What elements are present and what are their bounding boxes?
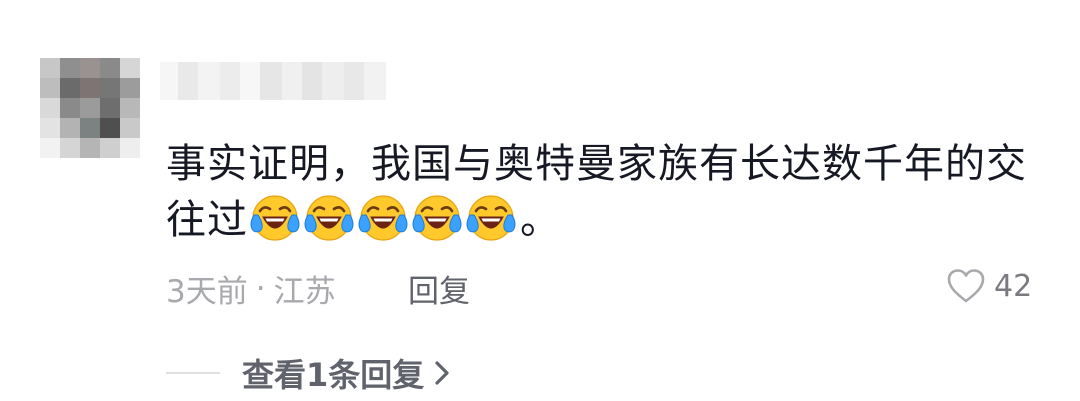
comment-body: 事实证明，我国与奥特曼家族有长达数千年的交往过 。 xyxy=(166,136,1046,248)
meta-separator: · xyxy=(255,270,266,307)
view-replies-button[interactable]: 查看1条回复 xyxy=(242,350,450,396)
comment-meta: 3天前 · 江苏 xyxy=(166,266,336,311)
tears-of-joy-emoji-icon xyxy=(250,195,300,241)
chevron-right-icon xyxy=(435,361,449,385)
like-count: 42 xyxy=(994,268,1033,304)
comment-time: 3天前 xyxy=(166,274,248,310)
reply-button[interactable]: 回复 xyxy=(408,266,470,311)
tears-of-joy-emoji-icon xyxy=(358,195,408,241)
tears-of-joy-emoji-icon xyxy=(466,195,516,241)
reply-divider xyxy=(166,372,220,374)
tears-of-joy-emoji-icon xyxy=(412,195,462,241)
emoji-group xyxy=(250,193,516,243)
avatar[interactable] xyxy=(40,58,140,158)
tears-of-joy-emoji-icon xyxy=(304,195,354,241)
comment-location: 江苏 xyxy=(273,274,336,310)
username-blurred[interactable] xyxy=(160,62,386,100)
like-button[interactable]: 42 xyxy=(946,268,1032,304)
heart-outline-icon[interactable] xyxy=(946,268,986,304)
view-replies-label: 查看1条回复 xyxy=(242,356,425,394)
view-replies-row: 查看1条回复 xyxy=(166,350,450,396)
comment-end-punctuation: 。 xyxy=(520,197,561,243)
